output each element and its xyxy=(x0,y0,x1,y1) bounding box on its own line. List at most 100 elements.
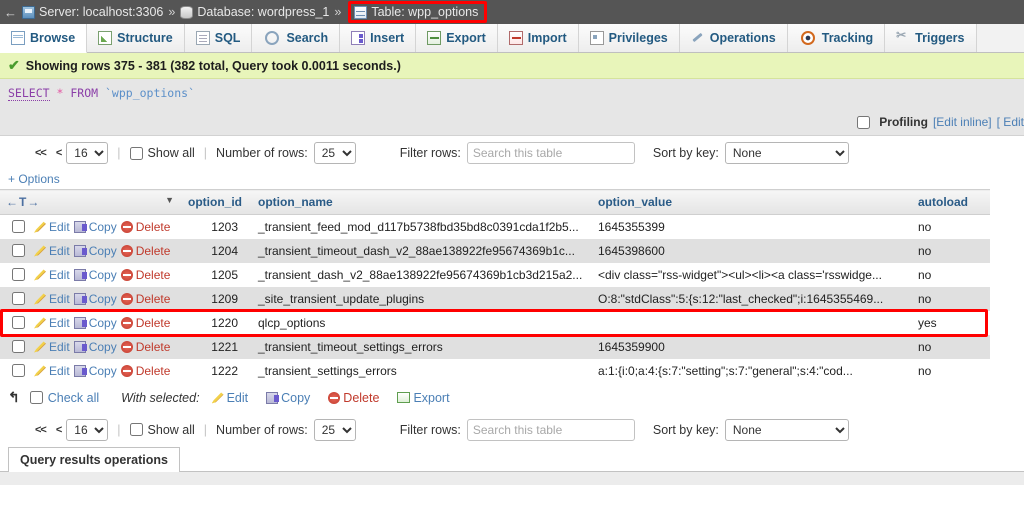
show-all-toggle-bottom[interactable]: Show all xyxy=(129,423,195,437)
edit-link-truncated[interactable]: [ Edit xyxy=(997,115,1024,129)
row-delete-link[interactable]: Delete xyxy=(120,340,170,354)
bulk-export-button[interactable]: Export xyxy=(397,391,450,405)
table-row[interactable]: Edit Copy Delete 1203 _transient_feed_mod_d1… xyxy=(0,214,990,239)
sort-by-key-select-bottom[interactable]: None xyxy=(724,418,849,441)
chevron-down-icon[interactable]: ▼ xyxy=(165,195,174,205)
header-autoload[interactable]: autoload xyxy=(912,189,990,215)
tab-import[interactable]: Import xyxy=(497,24,579,52)
bulk-edit-button[interactable]: Edit xyxy=(211,391,248,405)
cell-autoload: no xyxy=(912,214,990,239)
options-toggle-link[interactable]: + Options xyxy=(8,172,60,186)
filter-rows-label-bottom: Filter rows: xyxy=(399,422,461,437)
first-page-button-bottom[interactable]: << xyxy=(30,424,51,436)
row-select-checkbox[interactable] xyxy=(12,292,25,305)
bulk-copy-button[interactable]: Copy xyxy=(266,391,310,405)
row-select-checkbox[interactable] xyxy=(12,220,25,234)
row-copy-link[interactable]: Copy xyxy=(73,267,117,282)
prev-page-button[interactable]: < xyxy=(51,147,66,159)
row-copy-link[interactable]: Copy xyxy=(73,220,117,234)
privileges-icon xyxy=(589,31,604,45)
check-all-checkbox[interactable] xyxy=(29,391,43,404)
check-all-label[interactable]: Check all xyxy=(48,391,99,405)
row-delete-link[interactable]: Delete xyxy=(120,220,170,234)
delete-icon xyxy=(120,340,133,353)
table-row[interactable]: Edit Copy Delete 1222 _transient_settings_er… xyxy=(0,358,990,383)
row-edit-link[interactable]: Edit xyxy=(34,220,70,234)
breadcrumb-database[interactable]: Database: wordpress_1 xyxy=(180,5,329,19)
page-number-select-bottom[interactable]: 16 xyxy=(66,418,109,441)
header-option-value[interactable]: option_value xyxy=(592,189,912,215)
tab-search[interactable]: Search xyxy=(252,24,341,52)
tab-structure[interactable]: Structure xyxy=(87,24,185,52)
row-delete-link[interactable]: Delete xyxy=(120,244,170,258)
tab-sql[interactable]: SQL xyxy=(184,24,253,52)
header-actions[interactable]: ←T→ ▼ xyxy=(0,189,180,215)
breadcrumb-table[interactable]: Table: wpp_options xyxy=(348,1,488,23)
row-delete-link[interactable]: Delete xyxy=(120,316,170,330)
row-edit-link[interactable]: Edit xyxy=(34,316,70,330)
row-edit-link[interactable]: Edit xyxy=(34,364,70,378)
row-edit-label: Edit xyxy=(49,219,70,234)
triggers-icon xyxy=(896,28,910,45)
number-of-rows-select-bottom[interactable]: 25 xyxy=(313,418,356,441)
row-copy-label: Copy xyxy=(88,267,117,282)
breadcrumb-server[interactable]: Server: localhost:3306 xyxy=(22,5,163,19)
cell-option-id: 1203 xyxy=(180,214,252,239)
tab-insert[interactable]: Insert xyxy=(340,24,417,52)
table-row[interactable]: Edit Copy Delete 1205 _transient_dash_v2_88a… xyxy=(0,262,990,287)
edit-inline-link[interactable]: [Edit inline] xyxy=(933,115,992,129)
cell-option-id: 1222 xyxy=(180,358,252,383)
collapse-sidebar-icon[interactable]: ← xyxy=(2,6,22,19)
row-delete-link[interactable]: Delete xyxy=(120,364,170,378)
sql-query-display[interactable]: SELECT * FROM `wpp_options` xyxy=(0,79,1024,109)
row-select-checkbox[interactable] xyxy=(12,340,25,353)
table-row[interactable]: Edit Copy Delete 1209 _site_transient_update… xyxy=(0,286,990,311)
filter-rows-input[interactable] xyxy=(466,142,635,164)
prev-page-button-bottom[interactable]: < xyxy=(51,424,66,436)
row-edit-link[interactable]: Edit xyxy=(34,244,70,258)
show-all-checkbox[interactable] xyxy=(129,146,143,160)
filter-rows-input-bottom[interactable] xyxy=(466,418,635,441)
first-page-button[interactable]: << xyxy=(30,147,51,159)
header-option-name[interactable]: option_name xyxy=(252,189,592,215)
table-row[interactable]: Edit Copy Delete 1221 _transient_timeout_set… xyxy=(0,334,990,359)
breadcrumb-separator-1: » xyxy=(168,5,176,19)
sort-by-key-select[interactable]: None xyxy=(724,142,849,164)
row-copy-link[interactable]: Copy xyxy=(73,316,117,330)
row-actions-cell: Edit Copy Delete xyxy=(0,310,180,335)
pagination-controls-top: << < 16 | Show all | Number of rows: 25 … xyxy=(0,136,1024,170)
number-of-rows-select[interactable]: 25 xyxy=(313,142,356,164)
tab-privileges[interactable]: Privileges xyxy=(578,24,680,52)
row-select-checkbox[interactable] xyxy=(12,268,25,281)
tab-triggers[interactable]: Triggers xyxy=(885,24,977,52)
arrow-up-left-icon[interactable]: ↰ xyxy=(8,389,24,406)
row-copy-link[interactable]: Copy xyxy=(73,292,117,306)
main-tabbar: Browse Structure SQL Search Insert Export Impo… xyxy=(0,24,1024,53)
row-delete-link[interactable]: Delete xyxy=(120,268,170,282)
row-select-checkbox[interactable] xyxy=(12,364,25,377)
tab-tracking[interactable]: Tracking xyxy=(787,24,886,52)
cell-option-value: 1645355399 xyxy=(592,214,912,239)
page-number-select[interactable]: 16 xyxy=(66,142,109,164)
row-delete-link[interactable]: Delete xyxy=(120,292,170,306)
row-edit-link[interactable]: Edit xyxy=(34,268,70,282)
table-row[interactable]: Edit Copy Delete 1220 qlcp_options yes xyxy=(0,310,990,335)
show-all-checkbox-bottom[interactable] xyxy=(129,423,143,436)
row-copy-link[interactable]: Copy xyxy=(73,340,117,354)
table-row[interactable]: Edit Copy Delete 1204 _transient_timeout_das… xyxy=(0,238,990,263)
row-edit-link[interactable]: Edit xyxy=(34,292,70,306)
row-edit-link[interactable]: Edit xyxy=(34,340,70,354)
row-actions-cell: Edit Copy Delete xyxy=(0,286,180,311)
row-copy-link[interactable]: Copy xyxy=(73,244,117,258)
check-all-toggle[interactable]: Check all xyxy=(29,391,99,405)
header-option-id[interactable]: option_id xyxy=(180,189,252,215)
tab-export[interactable]: Export xyxy=(416,24,498,52)
bulk-delete-button[interactable]: Delete xyxy=(328,391,379,405)
row-select-checkbox[interactable] xyxy=(12,316,25,329)
show-all-toggle[interactable]: Show all xyxy=(129,146,195,160)
profiling-checkbox[interactable] xyxy=(857,115,871,129)
tab-operations[interactable]: Operations xyxy=(679,24,788,52)
tab-browse[interactable]: Browse xyxy=(0,24,88,53)
row-select-checkbox[interactable] xyxy=(12,244,25,257)
row-copy-link[interactable]: Copy xyxy=(73,364,117,378)
